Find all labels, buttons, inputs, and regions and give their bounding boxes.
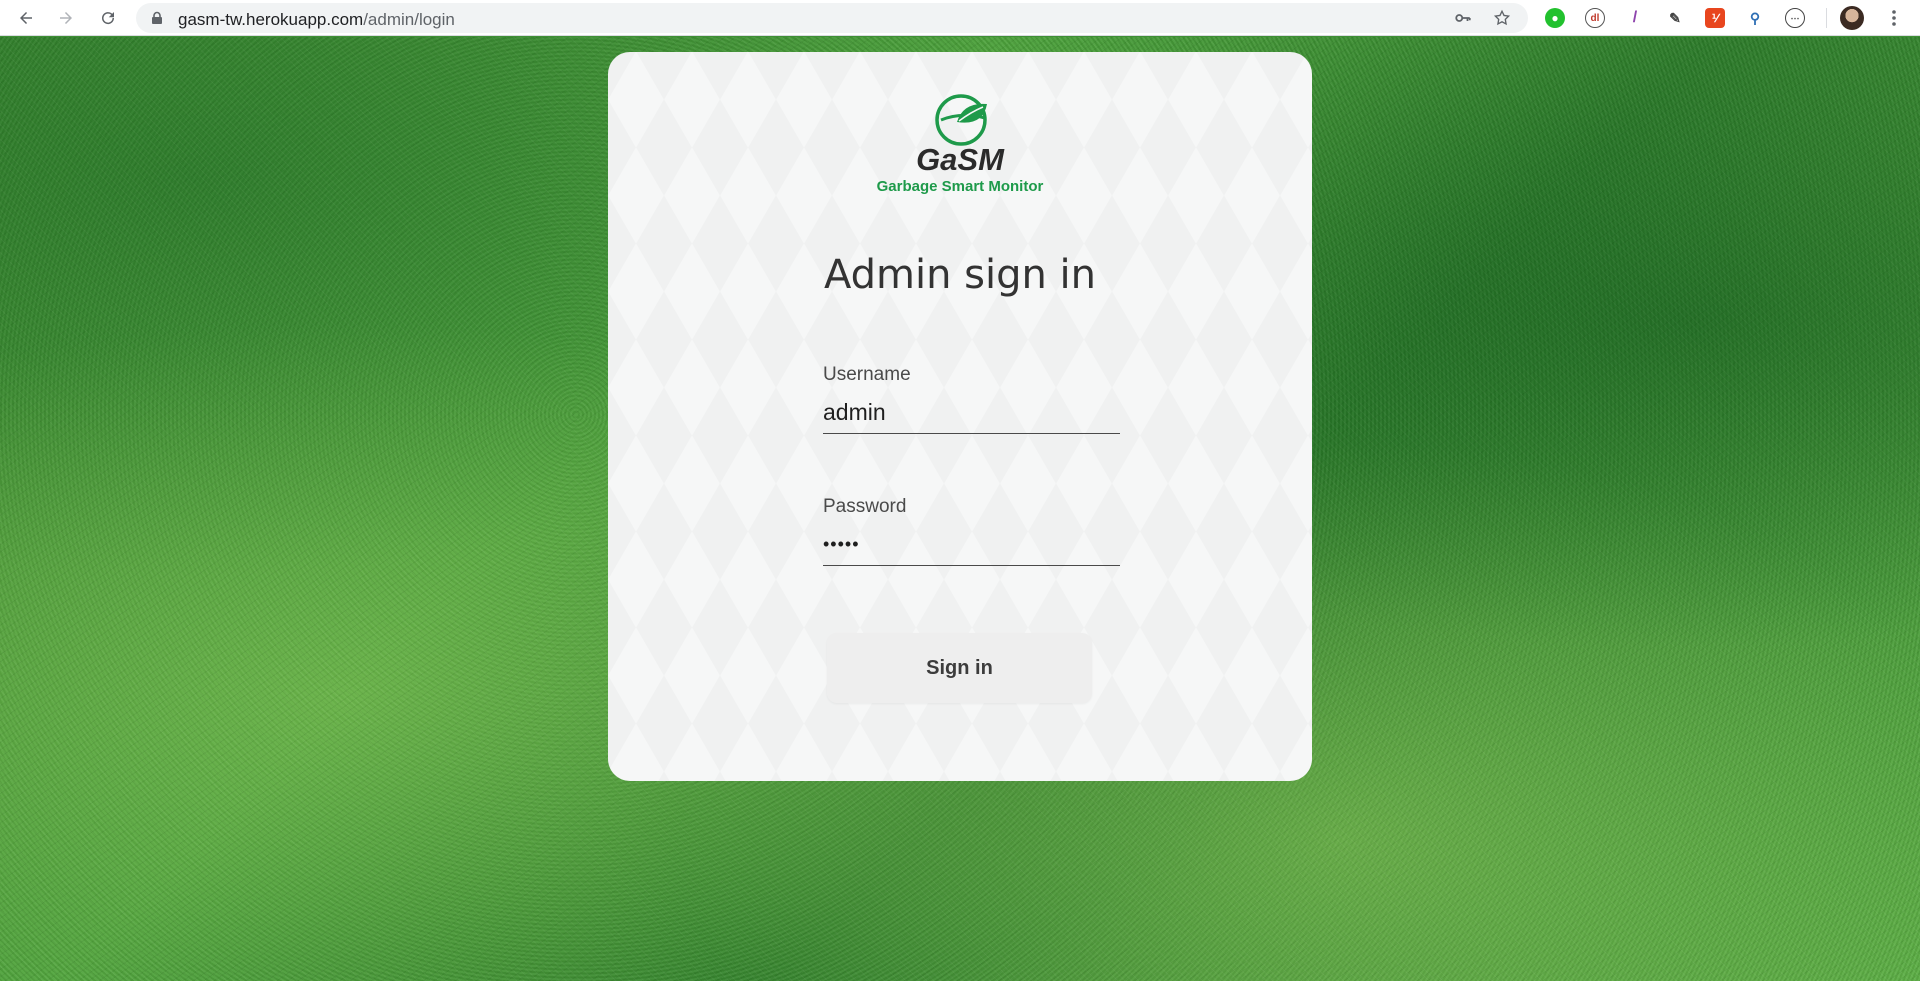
pen-extension-icon[interactable]: / (1625, 8, 1645, 28)
eyedropper-extension-icon[interactable]: ✎ (1665, 8, 1685, 28)
login-card: GaSM Garbage Smart Monitor Admin sign in… (608, 52, 1312, 781)
profile-avatar[interactable] (1840, 6, 1864, 30)
logo-tagline: Garbage Smart Monitor (876, 178, 1044, 195)
lock-icon (150, 11, 164, 25)
reload-icon[interactable] (94, 4, 122, 32)
logo-name: GaSM (916, 142, 1004, 177)
browser-toolbar: gasm-tw.herokuapp.com/admin/login ● dl /… (0, 0, 1920, 36)
key-icon[interactable] (1454, 9, 1472, 27)
leaf-globe-icon (935, 94, 987, 146)
gasm-logo: GaSM Garbage Smart Monitor (865, 92, 1055, 202)
red-extension-icon[interactable]: ⅟ (1705, 8, 1725, 28)
forward-arrow-icon[interactable] (52, 4, 80, 32)
page-background: GaSM Garbage Smart Monitor Admin sign in… (0, 37, 1920, 981)
sign-in-button[interactable]: Sign in (827, 633, 1092, 703)
username-label: Username (823, 364, 911, 385)
address-bar[interactable]: gasm-tw.herokuapp.com/admin/login (136, 3, 1528, 33)
username-field: Username (823, 364, 1120, 434)
back-arrow-icon[interactable] (12, 4, 40, 32)
green-extension-icon[interactable]: ● (1545, 8, 1565, 28)
username-input[interactable] (823, 392, 1120, 434)
page-title: Admin sign in (823, 252, 1097, 298)
password-label: Password (823, 496, 907, 517)
url-text: gasm-tw.herokuapp.com/admin/login (178, 10, 455, 29)
password-field: Password (823, 496, 1120, 566)
password-input[interactable] (823, 524, 1120, 566)
chart-extension-icon[interactable]: dl (1585, 8, 1605, 28)
star-icon[interactable] (1493, 9, 1511, 27)
code-extension-icon[interactable]: ⋯ (1785, 8, 1805, 28)
toolbar-divider (1826, 8, 1827, 28)
more-menu-icon[interactable] (1884, 8, 1904, 28)
search-extension-icon[interactable]: ⚲ (1745, 8, 1765, 28)
